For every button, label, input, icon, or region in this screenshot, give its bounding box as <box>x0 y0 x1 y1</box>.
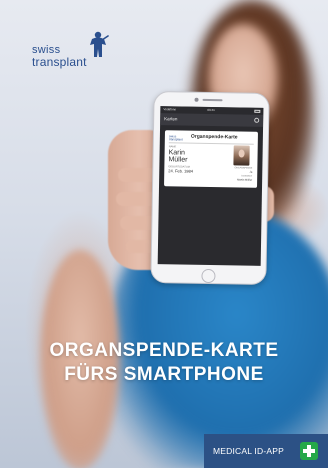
phone-speaker <box>202 98 223 102</box>
app-header-title[interactable]: Karten <box>164 116 177 121</box>
person-logo-icon <box>90 31 109 57</box>
card-title: Organspende-Karte <box>190 133 238 141</box>
home-button <box>201 268 216 284</box>
card-last-name: Müller <box>168 156 188 164</box>
card-photo <box>233 145 250 166</box>
card-donor-value: Ja <box>249 170 253 174</box>
battery-icon <box>254 109 261 113</box>
card-contact-label: KONTAKT <box>241 175 253 178</box>
card-logo-transplant: transplant <box>168 137 183 142</box>
card-photo-face <box>238 149 245 158</box>
card-name-label: NAME <box>168 145 177 149</box>
medical-id-app-banner[interactable]: MEDICAL ID-APP <box>204 434 328 468</box>
status-time: 09:41 <box>207 107 215 113</box>
organ-donor-card[interactable]: swiss transplant Organspende-Karte NAME … <box>164 130 258 188</box>
card-contact-value: Martin Müller <box>237 178 253 182</box>
smartphone: Vodafone 09:41 Karten swiss transplant O… <box>150 91 270 285</box>
phone-screen: Vodafone 09:41 Karten swiss transplant O… <box>157 106 264 266</box>
headline-line-2: FÜRS SMARTPHONE <box>64 364 264 385</box>
card-dob: 24. Feb. 1984 <box>168 168 194 174</box>
logo-text-transplant: transplant <box>32 55 87 69</box>
card-divider <box>168 142 254 145</box>
app-header: Karten <box>160 113 264 127</box>
swisstransplant-logo: swiss transplant <box>32 30 122 72</box>
card-donor-label: ORGANSPENDE <box>234 167 253 170</box>
poster: swiss transplant Vodafone 09:41 Karten s… <box>0 0 328 468</box>
camera-icon <box>194 97 199 102</box>
info-icon[interactable] <box>254 117 260 123</box>
plus-icon-horizontal <box>303 449 315 453</box>
footer-label: MEDICAL ID-APP <box>213 446 284 456</box>
status-carrier: Vodafone <box>163 107 177 112</box>
plus-icon <box>300 442 318 460</box>
headline-line-1: ORGANSPENDE-KARTE <box>49 340 279 361</box>
